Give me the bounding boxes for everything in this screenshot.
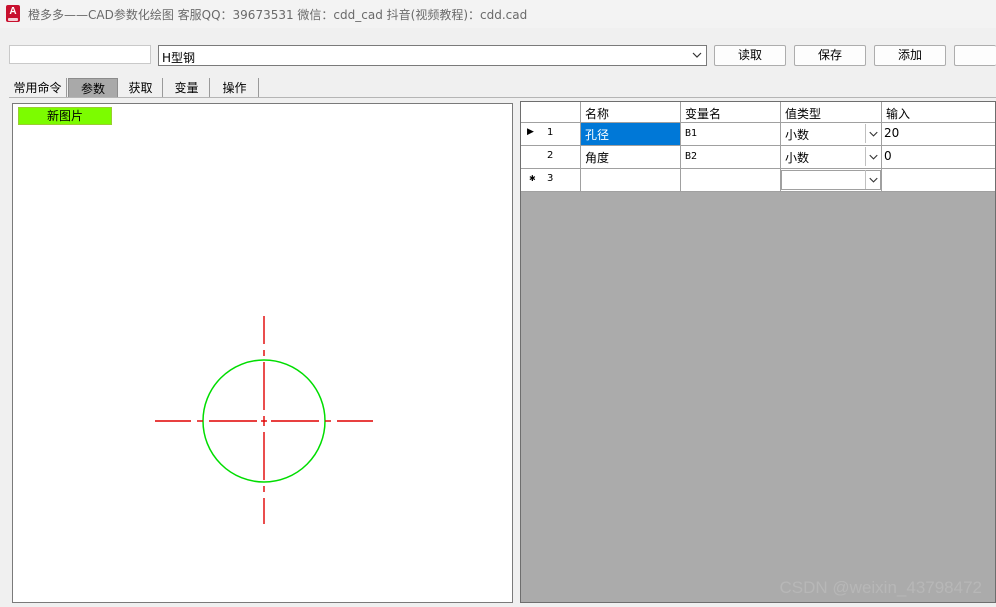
save-button[interactable]: 保存 <box>794 45 866 66</box>
add-button[interactable]: 添加 <box>874 45 946 66</box>
read-button[interactable]: 读取 <box>714 45 786 66</box>
tab-common-commands[interactable]: 常用命令 <box>9 78 67 98</box>
column-header-variable[interactable]: 变量名 <box>681 102 781 123</box>
table-cell-value-type[interactable] <box>781 169 882 192</box>
tab-parameters[interactable]: 参数 <box>68 78 118 98</box>
cad-drawing-preview <box>155 316 373 524</box>
autocad-app-icon: A <box>6 5 20 22</box>
template-combo[interactable]: H型钢 <box>158 45 707 66</box>
table-row-header[interactable]: 2 <box>521 146 581 169</box>
name-input[interactable] <box>9 45 151 64</box>
column-header-value-type[interactable]: 值类型 <box>781 102 882 123</box>
centerline-cross <box>155 316 373 524</box>
table-cell-name[interactable]: 孔径 <box>581 123 681 146</box>
table-cell-value-type[interactable]: 小数 <box>781 123 882 146</box>
row-header-corner <box>521 102 581 123</box>
table-cell-value-type[interactable]: 小数 <box>781 146 882 169</box>
table-cell-input[interactable]: 0 <box>882 146 995 169</box>
table-cell-variable[interactable]: B1 <box>681 123 781 146</box>
column-header-input[interactable]: 输入 <box>882 102 995 123</box>
chevron-down-icon <box>692 52 702 58</box>
extra-button[interactable] <box>954 45 996 66</box>
table-cell-variable[interactable] <box>681 169 781 192</box>
table-cell-input[interactable] <box>882 169 995 192</box>
table-cell-name[interactable] <box>581 169 681 192</box>
template-combo-value: H型钢 <box>162 51 196 65</box>
csdn-watermark: CSDN @weixin_43798472 <box>779 578 982 597</box>
tab-fetch[interactable]: 获取 <box>119 78 163 98</box>
parameter-grid[interactable]: 名称 变量名 值类型 输入 ▶ 1 孔径 B1 小数 20 2 角度 B2 小数… <box>520 101 996 603</box>
tab-operations[interactable]: 操作 <box>211 78 259 98</box>
window-title: 橙多多——CAD参数化绘图 客服QQ：39673531 微信：cdd_cad 抖… <box>28 8 528 22</box>
drawing-panel[interactable]: 新图片 <box>12 103 513 603</box>
new-row-asterisk-icon: ✱ <box>529 174 536 183</box>
table-cell-name[interactable]: 角度 <box>581 146 681 169</box>
tab-divider <box>9 97 996 98</box>
chevron-down-icon[interactable] <box>865 170 881 189</box>
chevron-down-icon[interactable] <box>865 124 881 143</box>
table-row-header[interactable]: ✱ 3 <box>521 169 581 192</box>
chevron-down-icon[interactable] <box>865 147 881 166</box>
table-cell-input[interactable]: 20 <box>882 123 995 146</box>
column-header-name[interactable]: 名称 <box>581 102 681 123</box>
tab-variables[interactable]: 变量 <box>164 78 210 98</box>
table-row-header[interactable]: ▶ 1 <box>521 123 581 146</box>
table-cell-variable[interactable]: B2 <box>681 146 781 169</box>
title-bar: A 橙多多——CAD参数化绘图 客服QQ：39673531 微信：cdd_cad… <box>0 0 996 28</box>
current-row-arrow-icon: ▶ <box>527 127 534 137</box>
